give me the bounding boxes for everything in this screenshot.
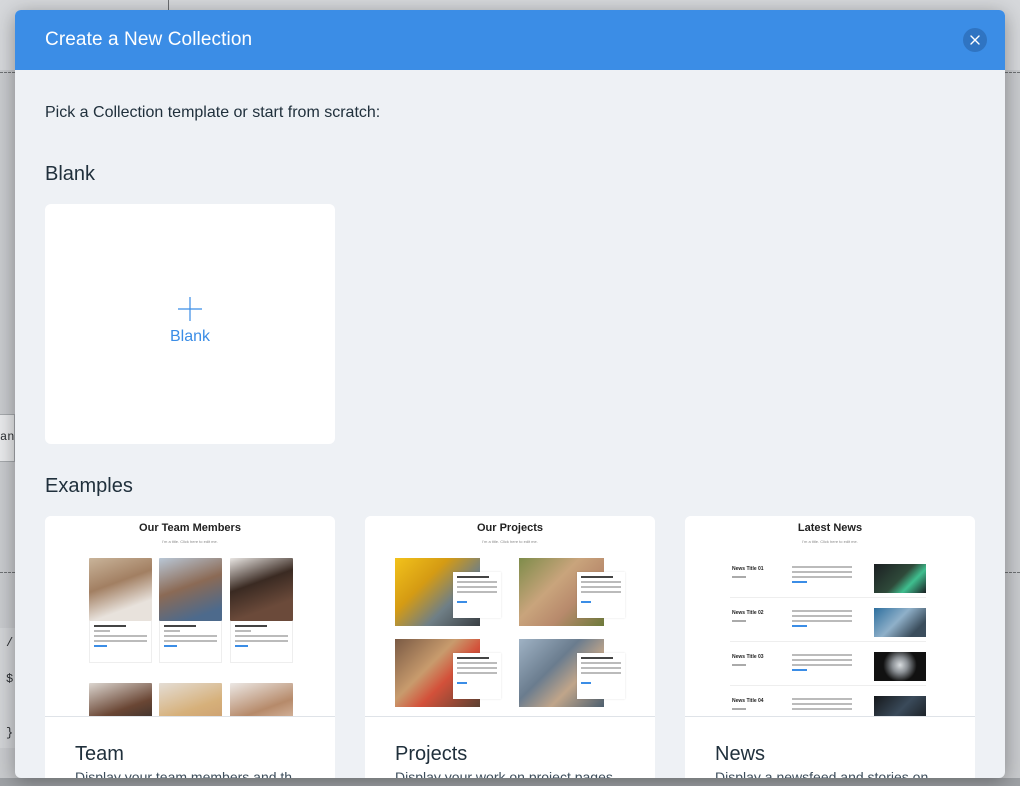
news-item-title: News Title 03 [732, 654, 764, 660]
close-button[interactable] [963, 28, 987, 52]
team-member-card [230, 683, 293, 716]
project-info-card [577, 572, 625, 618]
blank-section-heading: Blank [45, 163, 96, 185]
news-card-title: News [715, 743, 766, 765]
team-member-photo [89, 558, 152, 621]
project-info-card [453, 653, 501, 699]
news-card-info: News Display a newsfeed and stories on [685, 717, 975, 778]
projects-card-title: Projects [395, 743, 468, 765]
project-info-card [453, 572, 501, 618]
news-item-image [874, 608, 926, 637]
editor-dashed-guide [1005, 72, 1020, 73]
preview-subtitle: I'm a title. Click here to edit me. [482, 539, 538, 544]
dialog-title: Create a New Collection [45, 29, 253, 50]
editor-dashed-guide [0, 72, 15, 73]
preview-subtitle: I'm a title. Click here to edit me. [162, 539, 218, 544]
team-member-photo [159, 558, 222, 621]
team-member-photo [230, 683, 293, 716]
project-info-card [577, 653, 625, 699]
team-card-title: Team [75, 743, 124, 765]
editor-code-text: / [6, 636, 14, 650]
team-member-card [230, 558, 293, 663]
preview-title: Latest News [797, 522, 863, 534]
news-list-item: News Title 02 [730, 602, 926, 642]
projects-template-card[interactable]: Our Projects I'm a title. Click here to … [365, 516, 655, 778]
team-template-card[interactable]: Our Team Members I'm a title. Click here… [45, 516, 335, 778]
examples-section-heading: Examples [45, 475, 133, 497]
dialog-header: Create a New Collection [15, 10, 1005, 70]
news-template-preview: Latest News I'm a title. Click here to e… [685, 516, 975, 717]
team-member-card [159, 683, 222, 716]
news-item-image [874, 652, 926, 681]
news-template-card[interactable]: Latest News I'm a title. Click here to e… [685, 516, 975, 778]
projects-card-description: Display your work on project pages [395, 769, 613, 778]
team-card-description: Display your team members and th [75, 769, 293, 778]
news-item-image [874, 564, 926, 593]
preview-title: Our Projects [476, 522, 544, 534]
plus-icon [178, 297, 202, 321]
news-item-image [874, 696, 926, 716]
team-member-photo [230, 558, 293, 621]
editor-dashed-guide [1005, 572, 1020, 573]
preview-title: Our Team Members [139, 522, 241, 534]
blank-template-card[interactable]: Blank [45, 204, 335, 444]
news-item-title: News Title 04 [732, 698, 764, 704]
projects-template-preview: Our Projects I'm a title. Click here to … [365, 516, 655, 717]
dialog-intro-text: Pick a Collection template or start from… [45, 104, 381, 121]
team-member-photo [159, 683, 222, 716]
news-item-title: News Title 01 [732, 566, 764, 572]
blank-card-label: Blank [169, 328, 211, 345]
news-card-description: Display a newsfeed and stories on [715, 769, 929, 778]
news-list-item: News Title 03 [730, 646, 926, 686]
create-collection-dialog: Create a New Collection Pick a Collectio… [15, 10, 1005, 778]
team-card-info: Team Display your team members and th [45, 717, 335, 778]
news-item-title: News Title 02 [732, 610, 764, 616]
editor-code-text: } [6, 726, 14, 740]
team-member-card [89, 683, 152, 716]
preview-subtitle: I'm a title. Click here to edit me. [802, 539, 858, 544]
news-list-item: News Title 04 [730, 690, 926, 716]
editor-dashed-guide [0, 572, 15, 573]
news-list-item: News Title 01 [730, 558, 926, 598]
team-member-photo [89, 683, 152, 716]
editor-bottom-bar [0, 778, 1020, 786]
team-template-preview: Our Team Members I'm a title. Click here… [45, 516, 335, 717]
team-member-card [159, 558, 222, 663]
projects-card-info: Projects Display your work on project pa… [365, 717, 655, 778]
team-member-card [89, 558, 152, 663]
close-icon [970, 35, 980, 45]
